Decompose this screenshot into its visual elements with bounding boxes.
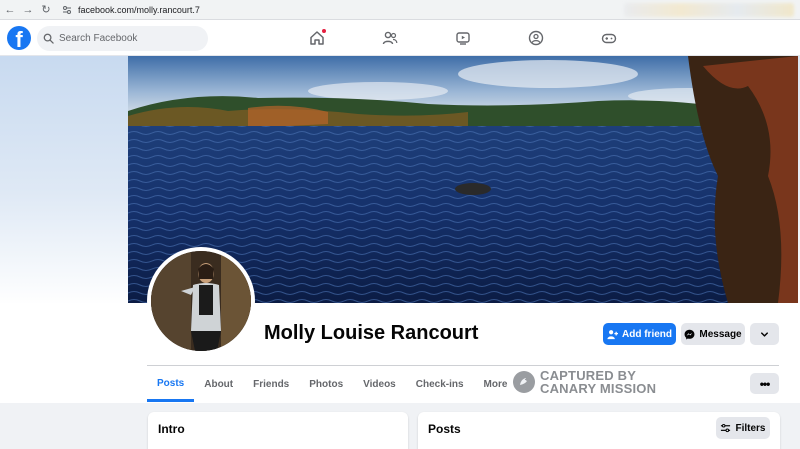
home-icon[interactable] (307, 28, 327, 48)
intro-title: Intro (158, 422, 185, 436)
intro-card: Intro (148, 412, 408, 449)
message-button[interactable]: Message (681, 323, 745, 345)
posts-title: Posts (428, 422, 461, 436)
tab-check-ins[interactable]: Check-ins (406, 367, 474, 402)
tab-posts[interactable]: Posts (147, 367, 195, 402)
profile-name: Molly Louise Rancourt (264, 322, 479, 344)
back-icon[interactable]: ← (2, 2, 18, 18)
tab-friends[interactable]: Friends (243, 367, 299, 402)
site-info-icon[interactable] (62, 5, 72, 15)
friends-icon[interactable] (380, 28, 400, 48)
forward-icon[interactable]: → (20, 2, 36, 18)
browser-toolbar: ← → ↻ facebook.com/molly.rancourt.7 (0, 0, 800, 20)
extensions-area (624, 3, 794, 17)
filters-button[interactable]: Filters (716, 417, 770, 439)
notification-dot (321, 28, 327, 34)
profile-dropdown-button[interactable] (750, 323, 779, 345)
canary-mission-watermark: CAPTURED BY CANARY MISSION (513, 369, 656, 395)
filters-icon (721, 423, 731, 432)
gaming-icon[interactable] (599, 28, 619, 48)
add-friend-icon (607, 329, 618, 339)
posts-card: Posts Filters (418, 412, 780, 449)
tabs-divider (147, 365, 779, 366)
facebook-header: f (0, 20, 800, 56)
groups-icon[interactable] (526, 28, 546, 48)
profile-picture[interactable] (147, 247, 255, 355)
watch-icon[interactable] (453, 28, 473, 48)
watermark-line-2: CANARY MISSION (540, 381, 657, 396)
url-text[interactable]: facebook.com/molly.rancourt.7 (78, 5, 200, 15)
profile-tabs: Posts About Friends Photos Videos Check-… (147, 367, 529, 402)
tab-videos[interactable]: Videos (353, 367, 406, 402)
cover-side-gradient (0, 56, 128, 306)
add-friend-button[interactable]: Add friend (603, 323, 676, 345)
tab-photos[interactable]: Photos (299, 367, 353, 402)
tab-about[interactable]: About (194, 367, 243, 402)
top-navigation (0, 28, 800, 48)
add-friend-label: Add friend (622, 328, 672, 340)
chevron-down-icon (761, 331, 768, 337)
filters-label: Filters (735, 422, 766, 434)
cover-area (0, 56, 800, 306)
reload-icon[interactable]: ↻ (38, 2, 54, 18)
messenger-icon (684, 329, 695, 339)
more-options-button[interactable]: ••• (750, 373, 779, 394)
canary-bird-icon (513, 371, 535, 393)
message-label: Message (699, 328, 742, 340)
